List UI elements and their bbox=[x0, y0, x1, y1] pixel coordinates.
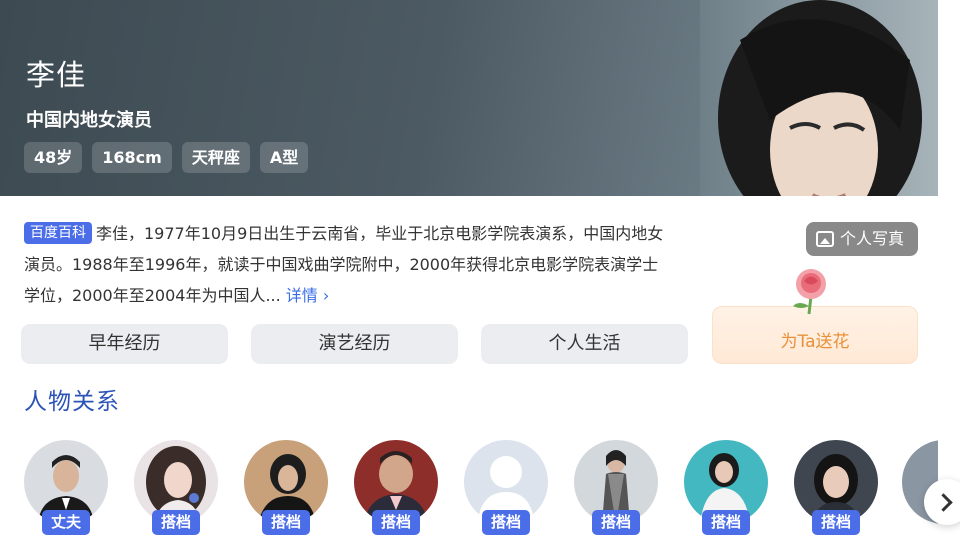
tab-personal-life[interactable]: 个人生活 bbox=[481, 324, 688, 364]
relation-badge: 搭档 bbox=[482, 510, 530, 535]
biography-summary: 百度百科 李佳，1977年10月9日出生于云南省，毕业于北京电影学院表演系，中国内… bbox=[24, 218, 664, 311]
tab-early-life[interactable]: 早年经历 bbox=[21, 324, 228, 364]
relation-badge: 搭档 bbox=[812, 510, 860, 535]
age-tag: 48岁 bbox=[24, 142, 83, 173]
person-name: 李佳 bbox=[26, 58, 87, 92]
baike-source-badge[interactable]: 百度百科 bbox=[24, 222, 92, 244]
relation-item[interactable]: 搭档 bbox=[354, 440, 438, 556]
relation-item[interactable] bbox=[902, 440, 960, 556]
personal-photos-label: 个人写真 bbox=[840, 229, 905, 248]
baike-profile-card: 李佳 中国内地女演员 48岁 168cm 天秤座 A型 个人写真 百度百科 李佳，… bbox=[0, 0, 960, 556]
person-occupation: 中国内地女演员 bbox=[26, 110, 152, 131]
blood-type-tag: A型 bbox=[259, 142, 309, 173]
section-tabs: 早年经历 演艺经历 个人生活 bbox=[21, 324, 688, 364]
rose-icon bbox=[793, 269, 826, 315]
attribute-tags: 48岁 168cm 天秤座 A型 bbox=[24, 142, 309, 173]
height-tag: 168cm bbox=[92, 142, 172, 173]
relation-badge: 搭档 bbox=[592, 510, 640, 535]
relation-item[interactable]: 搭档 bbox=[574, 440, 658, 556]
send-flower-label: 为Ta送花 bbox=[780, 332, 850, 352]
page-right-margin bbox=[938, 0, 960, 556]
relations-carousel: 丈夫 搭档 搭档 搭档 搭档 搭档 搭档 搭档 bbox=[24, 440, 960, 556]
relation-item[interactable]: 搭档 bbox=[244, 440, 328, 556]
relation-badge: 搭档 bbox=[262, 510, 310, 535]
tab-acting-career[interactable]: 演艺经历 bbox=[251, 324, 458, 364]
biography-text: 李佳，1977年10月9日出生于云南省，毕业于北京电影学院表演系，中国内地女演员… bbox=[24, 224, 664, 305]
relation-badge: 搭档 bbox=[152, 510, 200, 535]
personal-photos-button[interactable]: 个人写真 bbox=[806, 222, 918, 256]
relation-badge: 搭档 bbox=[702, 510, 750, 535]
relation-badge: 丈夫 bbox=[42, 510, 90, 535]
relation-item[interactable]: 搭档 bbox=[794, 440, 878, 556]
relations-title: 人物关系 bbox=[24, 389, 120, 415]
relation-item[interactable]: 搭档 bbox=[684, 440, 768, 556]
zodiac-tag: 天秤座 bbox=[181, 142, 250, 173]
relation-item[interactable]: 搭档 bbox=[464, 440, 548, 556]
relation-badge: 搭档 bbox=[372, 510, 420, 535]
relation-item[interactable]: 搭档 bbox=[134, 440, 218, 556]
picture-icon bbox=[816, 231, 834, 247]
details-link[interactable]: 详情 › bbox=[286, 286, 330, 305]
relation-item[interactable]: 丈夫 bbox=[24, 440, 108, 556]
